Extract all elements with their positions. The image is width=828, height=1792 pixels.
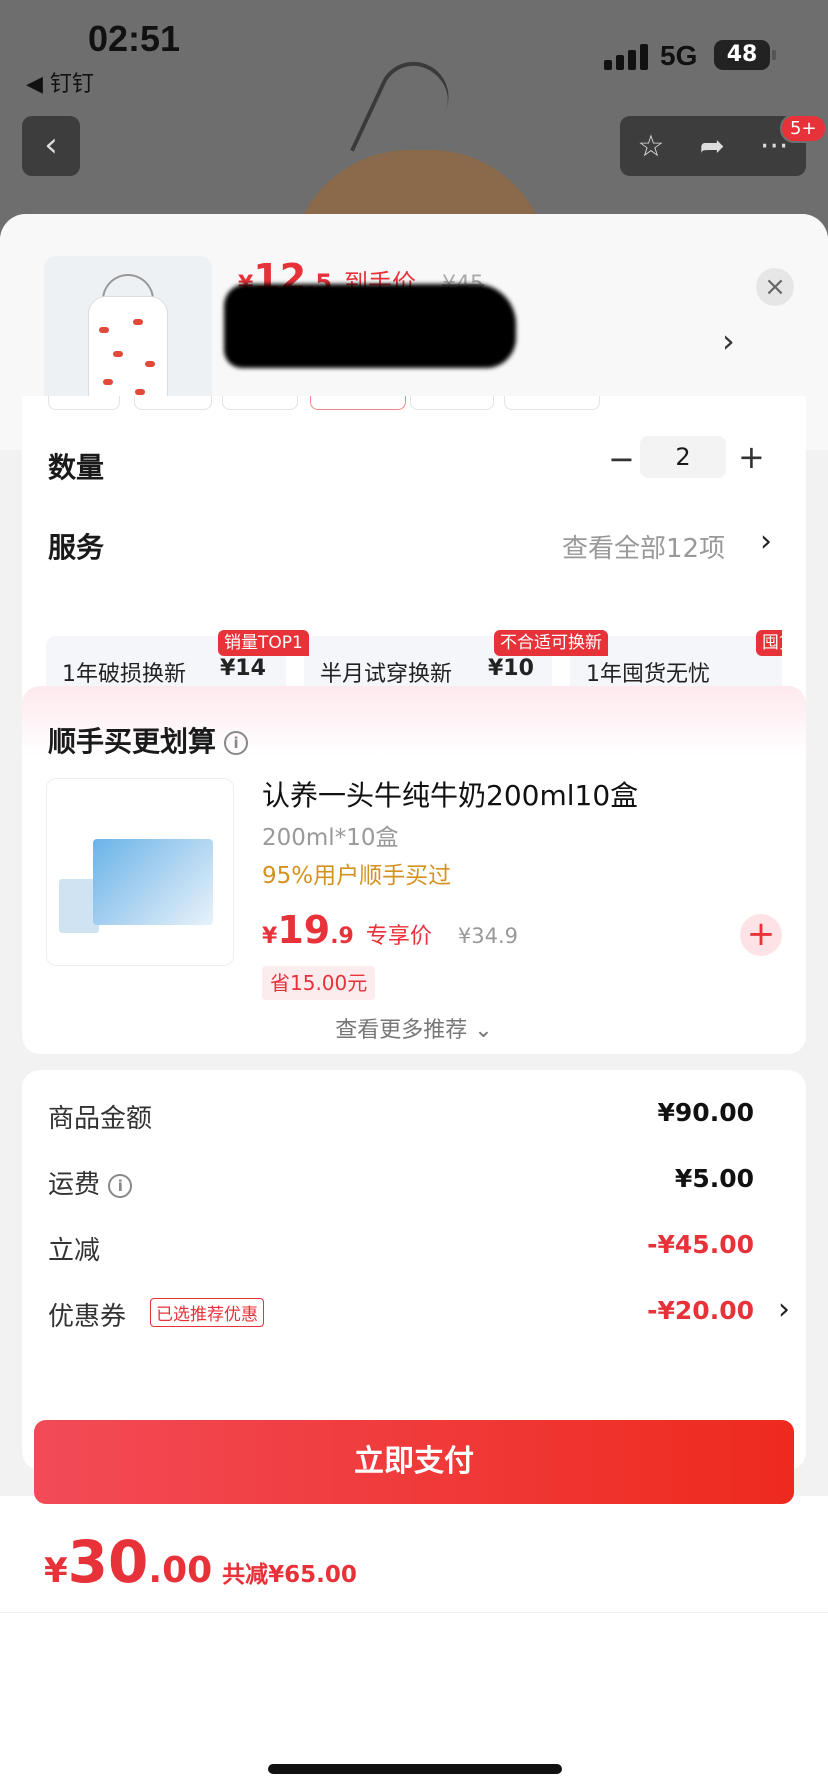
checkout-bar: ¥ 30 .00 共减¥65.00 bbox=[0, 1496, 828, 1792]
battery-icon: 48 bbox=[714, 40, 776, 70]
checkout-sheet: ¥ 12 .5 到手价 ¥45 › × 数量 − 2 + 服务 查看全部12项 … bbox=[0, 214, 828, 1792]
quantity-minus-button[interactable]: − bbox=[608, 440, 635, 478]
redacted-product-title bbox=[224, 284, 516, 368]
info-icon[interactable]: i bbox=[108, 1173, 133, 1198]
back-button[interactable]: ‹ bbox=[22, 116, 80, 176]
recommend-item-name[interactable]: 认养一头牛纯牛奶200ml10盒 bbox=[262, 774, 638, 814]
recommend-thumbnail[interactable] bbox=[46, 778, 234, 966]
coupon-row[interactable]: 优惠券 已选推荐优惠 -¥20.00 › bbox=[48, 1292, 790, 1336]
total-price: ¥ 30 .00 共减¥65.00 bbox=[44, 1528, 357, 1596]
service-badge: 销量TOP1 bbox=[218, 630, 309, 656]
pay-now-button[interactable]: 立即支付 bbox=[34, 1420, 794, 1504]
nav-tools: ☆ ➦ ··· bbox=[620, 116, 806, 176]
close-button[interactable]: × bbox=[756, 268, 794, 306]
star-icon[interactable]: ☆ bbox=[638, 129, 665, 164]
service-badge: 不合适可换新 bbox=[494, 630, 608, 656]
chevron-right-icon[interactable]: › bbox=[722, 322, 735, 360]
info-icon[interactable]: i bbox=[224, 731, 249, 755]
chevron-right-icon[interactable]: › bbox=[760, 524, 772, 559]
service-options: 1年破损换新 ¥14 半月试穿换新 ¥10 1年囤货无忧 bbox=[46, 622, 782, 688]
quantity-service-card: 数量 − 2 + 服务 查看全部12项 › 1年破损换新 ¥14 半月试穿换新 … bbox=[22, 396, 806, 722]
message-badge: 5+ bbox=[780, 114, 827, 143]
recommend-price: ¥ 19 .9 专享价 ¥34.9 bbox=[262, 908, 519, 952]
share-icon[interactable]: ➦ bbox=[700, 129, 725, 164]
service-view-all[interactable]: 查看全部12项 bbox=[562, 528, 725, 565]
quantity-label: 数量 bbox=[48, 451, 105, 484]
recommend-original-price: ¥34.9 bbox=[457, 924, 519, 948]
discount-row: 立减 -¥45.00 bbox=[48, 1230, 754, 1266]
service-badge: 囤货 bbox=[756, 630, 782, 656]
coupon-tag: 已选推荐优惠 bbox=[150, 1298, 264, 1327]
service-label: 服务 bbox=[48, 531, 105, 564]
recommend-bought-rate: 95%用户顺手买过 bbox=[262, 863, 452, 889]
quantity-plus-button[interactable]: + bbox=[738, 438, 765, 476]
recommend-save-badge: 省15.00元 bbox=[262, 966, 376, 1000]
quantity-input[interactable]: 2 bbox=[640, 436, 726, 478]
recommend-card: 顺手买更划算 i 认养一头牛纯牛奶200ml10盒 200ml*10盒 95%用户… bbox=[22, 686, 806, 1054]
home-indicator[interactable] bbox=[268, 1764, 562, 1774]
recommend-item-spec: 200ml*10盒 bbox=[262, 825, 399, 851]
back-to-app-link[interactable]: ◀ 钉钉 bbox=[26, 66, 94, 98]
add-to-order-button[interactable]: + bbox=[740, 914, 782, 956]
status-time: 02:51 bbox=[88, 18, 181, 59]
view-more-recommend[interactable]: 查看更多推荐 ⌄ bbox=[22, 1012, 806, 1044]
divider bbox=[0, 1612, 828, 1613]
goods-amount-row: 商品金额 ¥90.00 bbox=[48, 1098, 754, 1134]
recommend-title: 顺手买更划算 i bbox=[48, 720, 249, 760]
price-summary-card: 商品金额 ¥90.00 运费 i ¥5.00 立减 -¥45.00 优惠券 已选… bbox=[22, 1070, 806, 1470]
signal-icon bbox=[604, 44, 648, 70]
shipping-row: 运费 i ¥5.00 bbox=[48, 1164, 754, 1200]
network-type: 5G bbox=[660, 40, 698, 71]
chevron-right-icon[interactable]: › bbox=[778, 1292, 790, 1327]
